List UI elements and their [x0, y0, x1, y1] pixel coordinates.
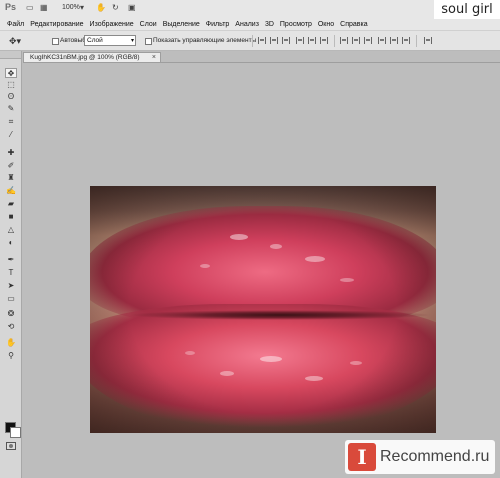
quick-mask-icon[interactable]: [6, 442, 16, 450]
autoselect-value: Слой: [87, 37, 103, 44]
align-left-icon[interactable]: [296, 37, 304, 44]
lasso-tool-icon[interactable]: ʘ: [5, 92, 17, 102]
rotate-view-icon[interactable]: ↻: [112, 3, 119, 13]
zoom-level[interactable]: 100%: [62, 4, 80, 11]
pen-tool-icon[interactable]: ✒: [5, 255, 17, 265]
crop-tool-icon[interactable]: ⌗: [5, 117, 17, 127]
menu-layer[interactable]: Слои: [137, 21, 160, 28]
distribute-top-icon[interactable]: [340, 37, 348, 44]
tools-panel-header[interactable]: [0, 51, 21, 59]
background-color-swatch[interactable]: [10, 427, 21, 438]
align-bottom-icon[interactable]: [282, 37, 290, 44]
watermark: soul girl: [434, 0, 500, 19]
application-bar: Ps ▭ ▦ 100% ▾ ✋ ↻ ▣ soul girl: [0, 0, 500, 20]
show-transform-controls-checkbox[interactable]: [145, 38, 152, 45]
menu-select[interactable]: Выделение: [160, 21, 203, 28]
arrange-documents-icon[interactable]: ▣: [128, 3, 136, 13]
zoom-tool-icon[interactable]: ⚲: [5, 351, 17, 361]
marquee-tool-icon[interactable]: ⬚: [5, 80, 17, 90]
photo-vignette: [90, 186, 436, 433]
separator: [252, 35, 253, 47]
distribute-left-icon[interactable]: [378, 37, 386, 44]
menu-filter[interactable]: Фильтр: [203, 21, 233, 28]
move-tool-icon[interactable]: ✥: [5, 68, 17, 78]
distribute-horizontal-center-icon[interactable]: [390, 37, 398, 44]
healing-brush-tool-icon[interactable]: ✚: [5, 148, 17, 158]
recommend-text: Recommend.ru: [380, 448, 490, 465]
align-horizontal-center-icon[interactable]: [308, 37, 316, 44]
menu-image[interactable]: Изображение: [87, 21, 137, 28]
3d-orbit-tool-icon[interactable]: ⟲: [5, 322, 17, 332]
shape-tool-icon[interactable]: ▭: [5, 294, 17, 304]
menu-3d[interactable]: 3D: [262, 21, 277, 28]
autoselect-checkbox[interactable]: [52, 38, 59, 45]
autoselect-dropdown[interactable]: Слой ▾: [84, 35, 136, 46]
document-image[interactable]: [90, 186, 436, 433]
blur-tool-icon[interactable]: △: [5, 225, 17, 235]
document-tab-title: KugIhKC31nBM.jpg @ 100% (RGB/8): [30, 54, 140, 61]
menu-window[interactable]: Окно: [315, 21, 337, 28]
separator: [416, 35, 417, 47]
chevron-down-icon: ▾: [130, 38, 134, 44]
zoom-dropdown-icon[interactable]: ▾: [80, 3, 84, 13]
dodge-tool-icon[interactable]: ◐: [5, 238, 17, 248]
menu-analysis[interactable]: Анализ: [232, 21, 262, 28]
gradient-tool-icon[interactable]: ■: [5, 212, 17, 222]
auto-align-layers-icon[interactable]: [424, 37, 432, 44]
hand-tool-icon[interactable]: ✋: [5, 338, 17, 348]
menu-bar: Файл Редактирование Изображение Слои Выд…: [0, 19, 500, 31]
separator: [334, 35, 335, 47]
history-brush-tool-icon[interactable]: ✍: [5, 186, 17, 196]
options-bar: ✥▾ Автовыбор: Слой ▾ Показать управляющи…: [0, 31, 500, 51]
recommend-logo-icon: I: [348, 443, 376, 471]
recommend-badge: I Recommend.ru: [345, 440, 495, 474]
eraser-tool-icon[interactable]: ▰: [5, 199, 17, 209]
path-select-tool-icon[interactable]: ➤: [5, 281, 17, 291]
menu-file[interactable]: Файл: [4, 21, 27, 28]
clone-stamp-tool-icon[interactable]: ♜: [5, 173, 17, 183]
eyedropper-tool-icon[interactable]: ⁄: [5, 130, 17, 140]
menu-help[interactable]: Справка: [337, 21, 370, 28]
quick-select-tool-icon[interactable]: ✎: [5, 104, 17, 114]
menu-view[interactable]: Просмотр: [277, 21, 315, 28]
menu-edit[interactable]: Редактирование: [27, 21, 86, 28]
align-top-icon[interactable]: [258, 37, 266, 44]
distribute-bottom-icon[interactable]: [364, 37, 372, 44]
move-tool-preset-icon[interactable]: ✥▾: [9, 36, 21, 47]
tools-panel: ✥ ⬚ ʘ ✎ ⌗ ⁄ ✚ ✐ ♜ ✍ ▰ ■ △ ◐ ✒ T ➤ ▭ ❂ ⟲ …: [0, 51, 22, 478]
photoshop-logo: Ps: [5, 2, 17, 12]
type-tool-icon[interactable]: T: [5, 268, 17, 278]
hand-icon[interactable]: ✋: [96, 3, 106, 13]
brush-tool-icon[interactable]: ✐: [5, 161, 17, 171]
mini-bridge-icon[interactable]: ▦: [40, 3, 48, 13]
bridge-icon[interactable]: ▭: [26, 3, 34, 13]
distribute-right-icon[interactable]: [402, 37, 410, 44]
align-vertical-center-icon[interactable]: [270, 37, 278, 44]
distribute-vertical-center-icon[interactable]: [352, 37, 360, 44]
show-transform-controls-label: Показать управляющие элементы: [153, 37, 257, 44]
align-right-icon[interactable]: [320, 37, 328, 44]
3d-rotate-tool-icon[interactable]: ❂: [5, 309, 17, 319]
